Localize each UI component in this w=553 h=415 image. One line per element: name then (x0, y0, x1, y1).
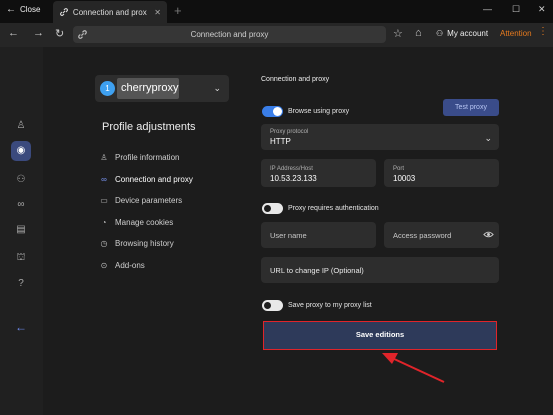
annotation-arrow-icon (382, 353, 445, 383)
